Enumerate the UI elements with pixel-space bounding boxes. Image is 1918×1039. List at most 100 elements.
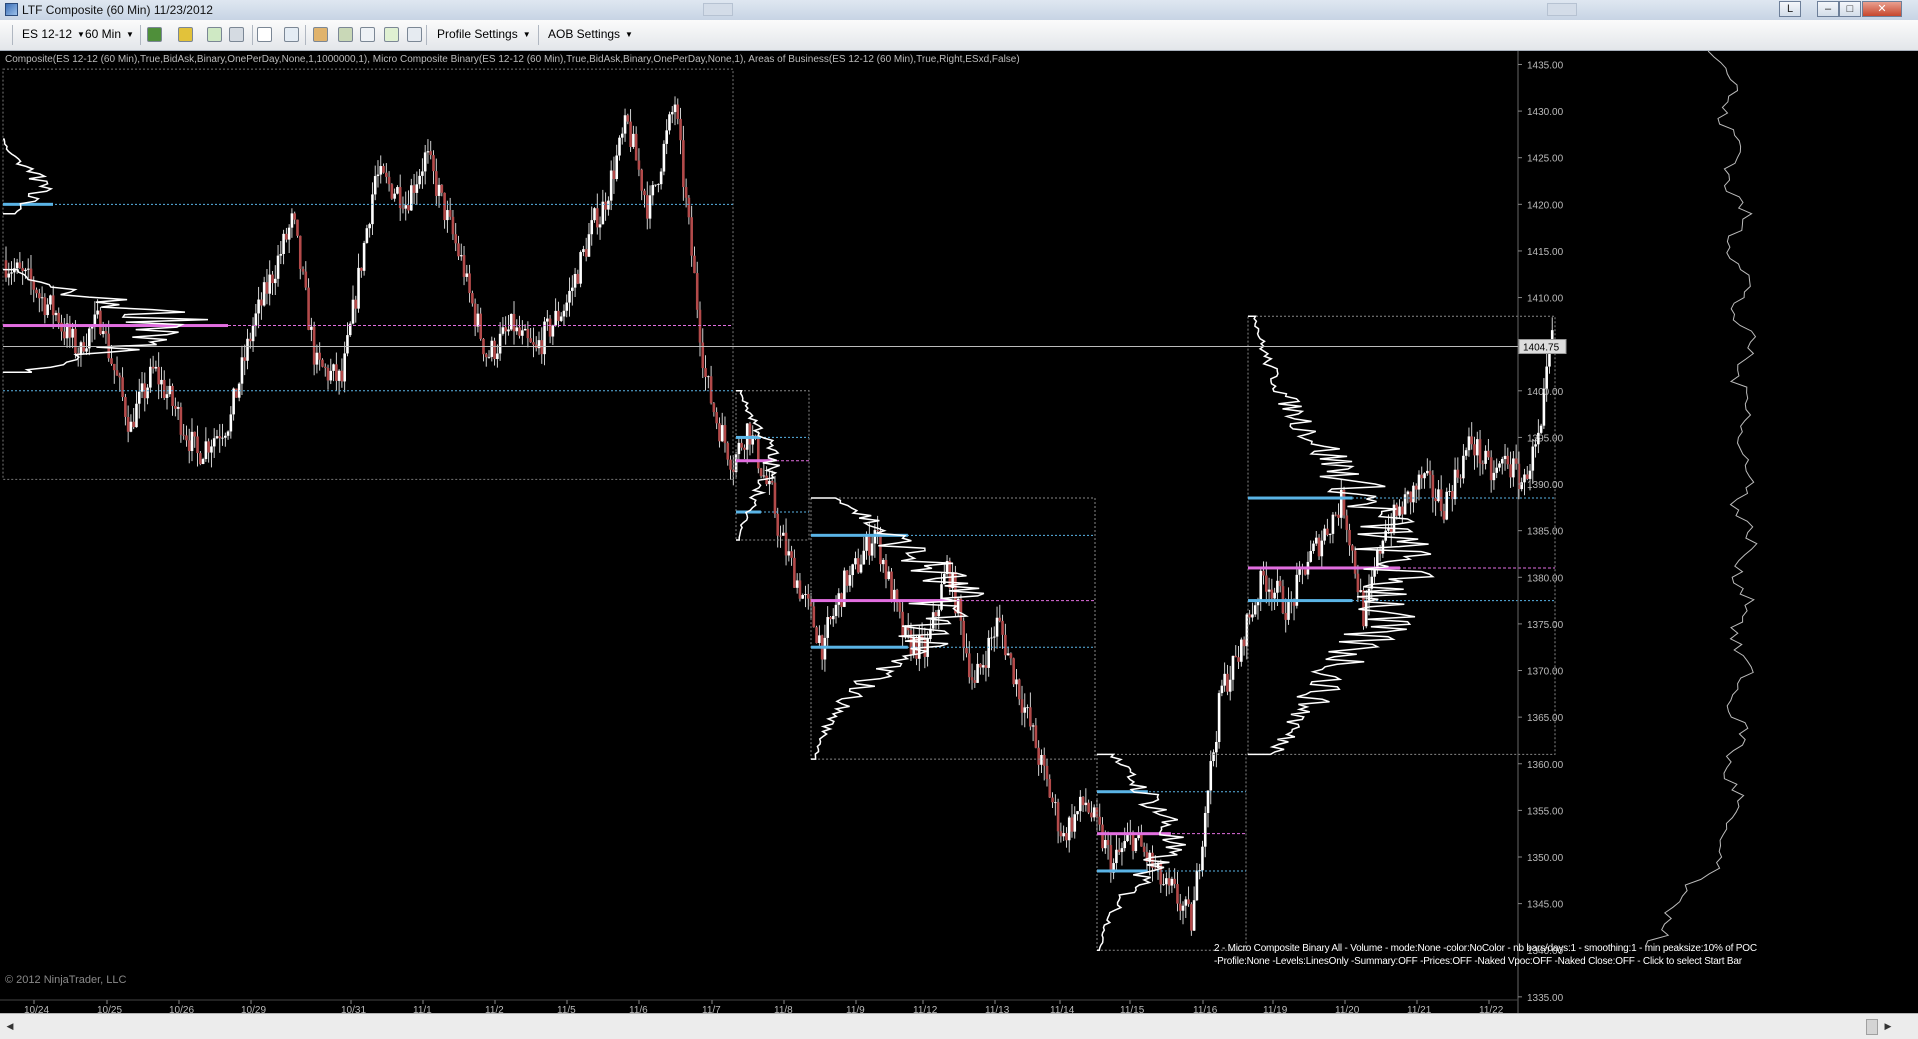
price-chart[interactable]: 1435.00 1430.00 1425.00 1420.00 1415.00 1410.… — [0, 51, 1918, 1013]
bar-type-icon[interactable] — [147, 27, 162, 42]
candle-body — [484, 354, 488, 358]
candle-body — [149, 366, 152, 388]
candle-body — [132, 421, 135, 428]
price-tick-label: 1410.00 — [1527, 294, 1564, 305]
candle-body — [1109, 845, 1113, 873]
candle-body — [1351, 545, 1354, 551]
scroll-right-icon[interactable]: ▶ — [1880, 1018, 1896, 1034]
aob-settings-menu[interactable]: AOB Settings ▼ — [548, 27, 633, 41]
candle-body — [715, 412, 718, 424]
candle-body — [354, 299, 358, 309]
candle-body — [487, 356, 491, 358]
candle-body — [554, 310, 557, 326]
candle-body — [493, 340, 496, 360]
candle-body — [1162, 884, 1165, 886]
candle-body — [1267, 589, 1271, 592]
candle-body — [1481, 463, 1485, 465]
candle-body — [398, 187, 402, 208]
data-box-icon[interactable] — [407, 27, 422, 42]
candle-body — [215, 436, 219, 439]
drawing-tool-icon[interactable] — [178, 27, 193, 42]
candle-body — [1203, 812, 1207, 847]
candle-body — [1126, 834, 1129, 842]
candle-body — [1001, 620, 1004, 635]
price-tick-label: 1390.00 — [1527, 480, 1564, 491]
candle-body — [1226, 673, 1229, 692]
candle-body — [571, 287, 574, 291]
properties-icon[interactable] — [313, 27, 328, 42]
scroll-left-icon[interactable]: ◀ — [2, 1018, 18, 1034]
title-bar-control[interactable] — [1547, 3, 1577, 16]
candle-body — [690, 217, 693, 256]
minimize-button[interactable]: – — [1817, 1, 1839, 17]
candle-body — [1423, 473, 1426, 479]
chart-trader-icon[interactable] — [360, 27, 375, 42]
candle-body — [218, 436, 222, 439]
instrument-selector[interactable]: ES 12-12 ▼ — [22, 27, 85, 41]
strategy-icon[interactable] — [229, 27, 244, 42]
candle-body — [393, 193, 396, 199]
candle-body — [24, 269, 27, 272]
candle-body — [1348, 529, 1351, 546]
profile-settings-label: Profile Settings — [437, 27, 518, 41]
instrument-label: ES 12-12 — [22, 27, 73, 41]
candle-body — [165, 394, 169, 398]
candle-body — [335, 364, 338, 381]
candle-body — [1237, 657, 1240, 662]
candle-body — [1303, 569, 1307, 575]
candle-body — [221, 437, 224, 439]
candle-body — [1234, 655, 1238, 658]
interval-selector[interactable]: 60 Min ▼ — [85, 27, 134, 41]
candle-body — [304, 271, 308, 288]
indicators-icon[interactable] — [338, 27, 353, 42]
candle-body — [1439, 489, 1443, 512]
time-tick-label: 10/31 — [341, 1005, 366, 1013]
candle-body — [415, 184, 419, 193]
profile-settings-menu[interactable]: Profile Settings ▼ — [437, 27, 531, 41]
candle-body — [1120, 848, 1124, 853]
window-title-bar[interactable]: LTF Composite (60 Min) 11/23/2012 L – □ … — [0, 0, 1918, 21]
profile-settings-summary[interactable]: 2 - Micro Composite Binary All - Volume … — [1214, 943, 1757, 954]
time-tick-label: 11/5 — [557, 1005, 576, 1013]
candle-body — [845, 570, 849, 586]
candle-body — [870, 543, 874, 556]
candle-body — [1067, 817, 1071, 841]
horizontal-scrollbar[interactable]: ◀ ▶ — [0, 1013, 1918, 1039]
candle-body — [285, 233, 288, 240]
toolbar-separator — [305, 25, 306, 45]
price-tick-label: 1400.00 — [1527, 387, 1564, 398]
micro-val-bar — [811, 645, 908, 649]
candle-body — [1256, 601, 1260, 606]
candle-body — [1070, 817, 1074, 832]
candle-body — [851, 564, 854, 576]
title-bar-control[interactable] — [703, 3, 733, 16]
chart-toolbar: ES 12-12 ▼ 60 Min ▼ Profile Settings ▼ AOB … — [0, 20, 1918, 51]
candle-body — [901, 611, 904, 638]
zoom-icon[interactable] — [284, 27, 299, 42]
candle-body — [465, 273, 469, 277]
candle-body — [709, 376, 713, 404]
candle-body — [781, 532, 785, 536]
profile-settings-summary[interactable]: -Profile:None -Levels:LinesOnly -Summary… — [1214, 956, 1742, 967]
time-tick-label: 11/20 — [1335, 1005, 1360, 1013]
dollar-icon[interactable] — [384, 27, 399, 42]
candle-body — [551, 325, 555, 337]
scrollbar-thumb[interactable] — [1866, 1019, 1878, 1035]
add-indicator-icon[interactable] — [207, 27, 222, 42]
maximize-button[interactable]: □ — [1839, 1, 1861, 17]
close-button[interactable]: ✕ — [1862, 1, 1902, 17]
candle-body — [762, 475, 766, 477]
window-link-button[interactable]: L — [1779, 1, 1801, 17]
candle-body — [1456, 469, 1460, 478]
candle-body — [1065, 833, 1068, 841]
crosshair-icon[interactable] — [257, 27, 272, 42]
candle-body — [521, 330, 524, 336]
candle-body — [1142, 846, 1146, 852]
candle-body — [1079, 796, 1082, 812]
candle-body — [121, 377, 124, 398]
candle-body — [368, 224, 371, 229]
chart-grid — [0, 51, 1518, 1000]
candle-body — [1314, 537, 1318, 544]
candle-body — [1131, 832, 1135, 852]
candle-body — [629, 121, 632, 147]
